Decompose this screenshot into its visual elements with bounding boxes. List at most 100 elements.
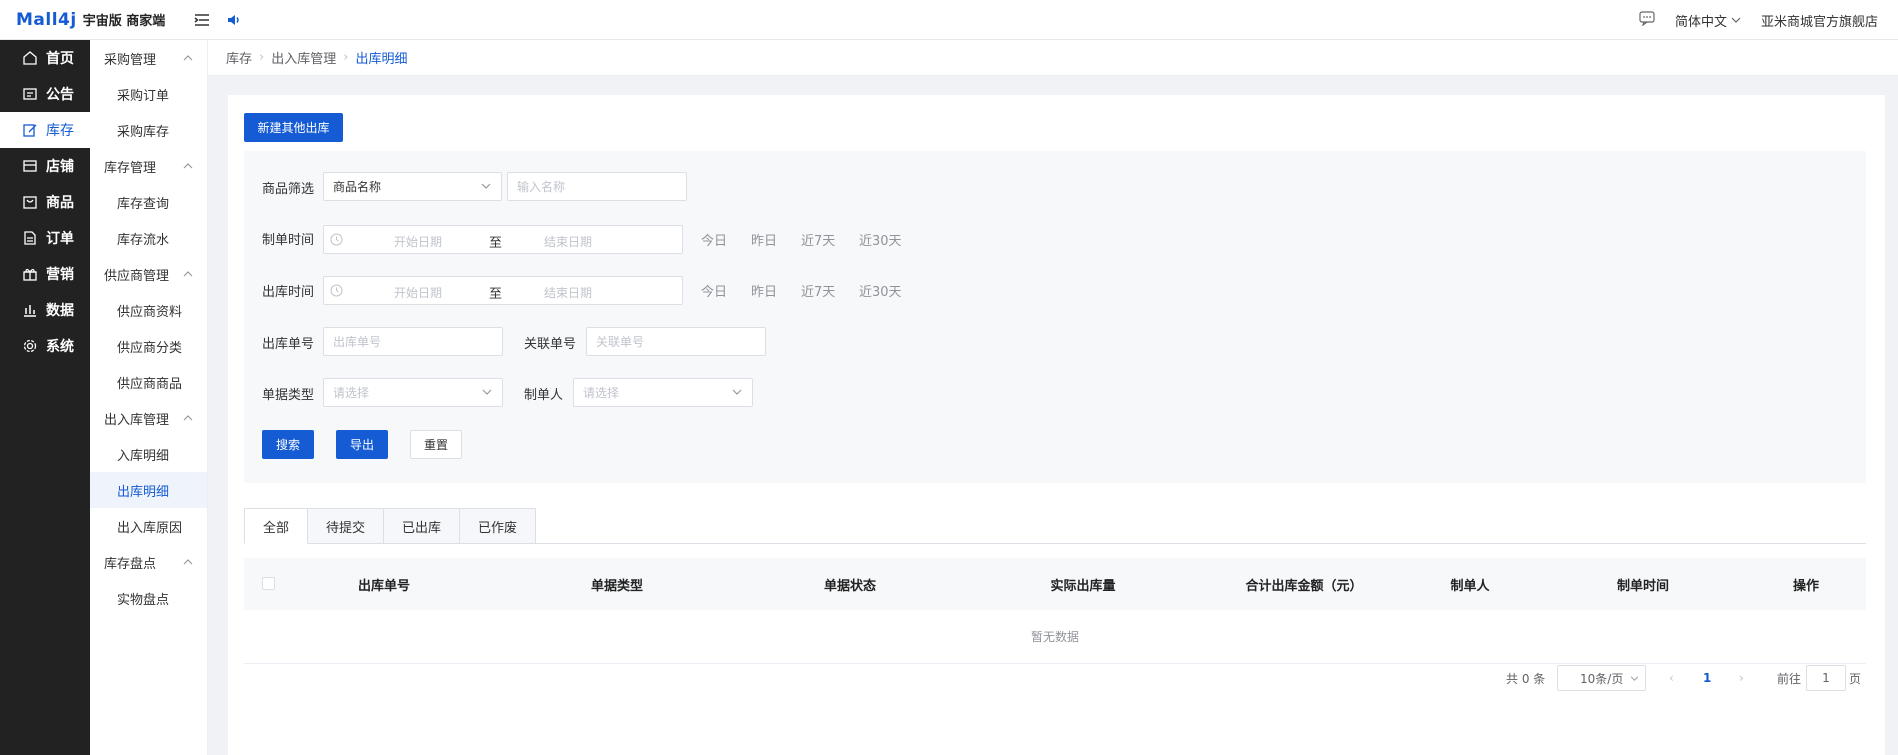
goods-filter-value: 商品名称 — [333, 180, 382, 194]
main-nav-item[interactable]: 营销 — [0, 256, 90, 292]
sub-nav-item[interactable]: 库存查询 — [90, 184, 207, 220]
quick-today[interactable]: 今日 — [701, 230, 727, 249]
sub-nav-item-label: 库存流水 — [117, 232, 170, 248]
quick-today[interactable]: 今日 — [701, 281, 727, 300]
reset-button[interactable]: 重置 — [410, 430, 462, 459]
goods-filter-select[interactable]: 商品名称 — [323, 172, 502, 201]
sub-nav-item-label: 库存查询 — [117, 196, 170, 212]
sub-nav-group-label: 采购管理 — [104, 52, 157, 68]
next-page-icon[interactable]: › — [1739, 665, 1744, 691]
breadcrumb-item[interactable]: 出入库管理 — [271, 48, 336, 67]
sub-nav-group-label: 库存管理 — [104, 160, 157, 176]
main-nav-label: 公告 — [46, 87, 74, 103]
quick-yesterday[interactable]: 昨日 — [751, 230, 777, 249]
page-size-value: 10条/页 — [1580, 671, 1624, 686]
main-nav-label: 库存 — [46, 123, 74, 139]
sub-nav-item[interactable]: 采购库存 — [90, 112, 207, 148]
out-no-label: 出库单号 — [262, 337, 315, 352]
sub-nav-group[interactable]: 库存盘点 — [90, 544, 207, 580]
gear-icon — [23, 339, 37, 353]
sub-nav-item[interactable]: 供应商分类 — [90, 328, 207, 364]
goods-name-input[interactable]: 输入名称 — [507, 172, 687, 201]
main-nav-label: 数据 — [46, 303, 74, 319]
chevron-down-icon — [482, 389, 492, 395]
top-bar: Mall4j 宇宙版 商家端 简体中文 亚米商城官方旗舰店 — [0, 0, 1898, 40]
doc-type-select[interactable]: 请选择 — [323, 378, 503, 407]
breadcrumb-item[interactable]: 库存 — [226, 48, 252, 67]
sub-nav-item[interactable]: 供应商资料 — [90, 292, 207, 328]
shop-name[interactable]: 亚米商城官方旗舰店 — [1761, 11, 1878, 30]
sub-nav-group[interactable]: 供应商管理 — [90, 256, 207, 292]
breadcrumb-current: 出库明细 — [355, 52, 408, 67]
quick-30days[interactable]: 近30天 — [859, 281, 902, 300]
speaker-icon[interactable] — [224, 10, 244, 30]
sub-nav-item-label: 出库明细 — [117, 484, 170, 500]
sub-nav-item[interactable]: 库存流水 — [90, 220, 207, 256]
main-nav-item[interactable]: 数据 — [0, 292, 90, 328]
sub-nav-group[interactable]: 采购管理 — [90, 40, 207, 76]
order-icon — [24, 231, 36, 245]
sub-nav-group[interactable]: 库存管理 — [90, 148, 207, 184]
tab-all[interactable]: 全部 — [244, 508, 309, 544]
sub-nav-item[interactable]: 出库明细 — [90, 472, 207, 508]
start-date-placeholder: 开始日期 — [394, 235, 443, 249]
message-icon[interactable] — [1639, 10, 1655, 30]
goods-filter-label: 商品筛选 — [262, 182, 315, 197]
sub-nav-item[interactable]: 入库明细 — [90, 436, 207, 472]
search-button[interactable]: 搜索 — [262, 430, 314, 459]
sub-nav-item[interactable]: 实物盘点 — [90, 580, 207, 616]
main-nav-item[interactable]: 首页 — [0, 40, 90, 76]
rel-no-label: 关联单号 — [524, 337, 577, 352]
column-header: 出库单号 — [357, 579, 411, 594]
chevron-up-icon — [183, 559, 193, 565]
out-no-input[interactable]: 出库单号 — [323, 327, 503, 356]
logo[interactable]: Mall4j 宇宙版 商家端 — [0, 10, 180, 30]
sub-nav-item-label: 供应商商品 — [117, 376, 183, 392]
create-time-range[interactable]: 开始日期 至 结束日期 — [323, 225, 683, 254]
export-button[interactable]: 导出 — [336, 430, 388, 459]
chevron-up-icon — [183, 55, 193, 61]
main-nav-item[interactable]: 订单 — [0, 220, 90, 256]
page-number-current[interactable]: 1 — [1703, 665, 1711, 691]
prev-page-icon[interactable]: ‹ — [1669, 665, 1674, 691]
quick-7days[interactable]: 近7天 — [801, 281, 835, 300]
quick-30days[interactable]: 近30天 — [859, 230, 902, 249]
main-nav-item[interactable]: 系统 — [0, 328, 90, 364]
tab-pending[interactable]: 待提交 — [308, 508, 385, 544]
tab-outbound[interactable]: 已出库 — [384, 508, 461, 544]
page-size-select[interactable]: 10条/页 — [1557, 665, 1646, 691]
store-icon — [23, 160, 37, 172]
sub-nav-item[interactable]: 采购订单 — [90, 76, 207, 112]
sub-nav-item[interactable]: 供应商商品 — [90, 364, 207, 400]
main-nav-label: 订单 — [46, 231, 74, 247]
edit-icon — [23, 124, 37, 137]
sub-nav-group[interactable]: 出入库管理 — [90, 400, 207, 436]
main-nav-item[interactable]: 库存 — [0, 112, 90, 148]
range-separator: 至 — [489, 287, 503, 302]
rel-no-placeholder: 关联单号 — [596, 335, 645, 349]
quick-7days[interactable]: 近7天 — [801, 230, 835, 249]
sub-nav-item-label: 出入库原因 — [117, 520, 183, 536]
main-nav-item[interactable]: 商品 — [0, 184, 90, 220]
goto-page-input[interactable]: 1 — [1806, 665, 1846, 691]
rel-no-input[interactable]: 关联单号 — [586, 327, 766, 356]
main-sidebar: 首页公告库存店铺 商品订单营销数据系统 — [0, 40, 90, 755]
main-nav-label: 系统 — [46, 339, 74, 355]
quick-yesterday[interactable]: 昨日 — [751, 281, 777, 300]
creator-select[interactable]: 请选择 — [573, 378, 753, 407]
select-all-checkbox[interactable] — [262, 577, 275, 590]
language-select[interactable]: 简体中文 — [1675, 11, 1741, 30]
sub-sidebar: 采购管理采购订单 采购库存库存管理库存查询库存流水供应商管理供应商资料供应商分类供… — [90, 40, 208, 755]
main-nav-item[interactable]: 公告 — [0, 76, 90, 112]
column-header: 单据状态 — [823, 579, 877, 594]
main-nav-item[interactable]: 店铺 — [0, 148, 90, 184]
create-time-label: 制单时间 — [262, 233, 315, 248]
menu-collapse-icon[interactable] — [192, 10, 212, 30]
doc-type-placeholder: 请选择 — [333, 386, 370, 400]
out-time-range[interactable]: 开始日期 至 结束日期 — [323, 276, 683, 305]
start-date-placeholder: 开始日期 — [394, 286, 443, 300]
new-other-outbound-button[interactable]: 新建其他出库 — [244, 113, 343, 142]
sub-nav-item-label: 供应商资料 — [117, 304, 183, 320]
tab-voided[interactable]: 已作废 — [460, 508, 537, 544]
sub-nav-item[interactable]: 出入库原因 — [90, 508, 207, 544]
